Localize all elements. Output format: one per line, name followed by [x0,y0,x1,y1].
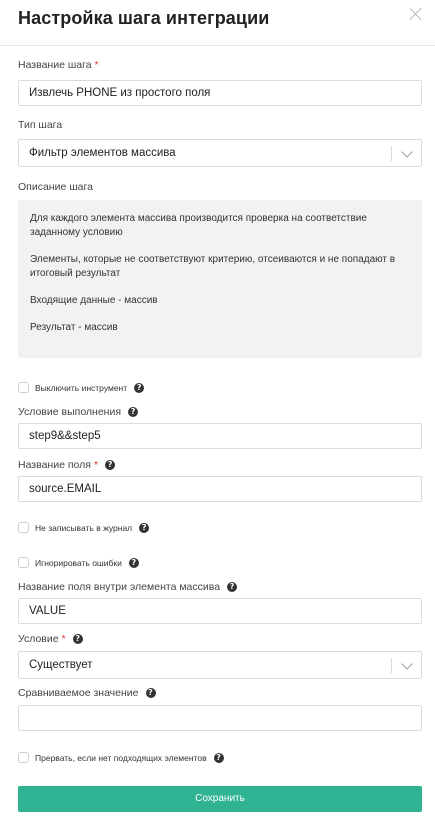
condition-value: Существует [29,659,93,671]
disable-tool-row: Выключить инструмент ? [18,382,145,393]
close-icon[interactable] [409,7,423,21]
field-name-label-text: Название поля [18,459,91,471]
help-icon[interactable]: ? [227,582,238,593]
description-paragraph: Элементы, которые не соответствуют крите… [30,254,396,279]
help-icon[interactable]: ? [72,634,83,645]
compare-value-label-text: Сравниваемое значение [18,687,139,699]
step-name-label: Название шага * [18,59,99,71]
compare-value-input[interactable] [18,705,422,731]
condition-label: Условие *? [18,633,83,645]
condition-select[interactable]: Существует [18,651,422,679]
compare-value-label: Сравниваемое значение? [18,687,156,699]
description-label: Описание шага [18,181,93,193]
abort-label: Прервать, если нет подходящих элементов [35,752,207,763]
inner-field-label: Название поля внутри элемента массива? [18,581,238,593]
dialog-header: Настройка шага интеграции [0,0,435,46]
chevron-down-icon[interactable] [401,146,413,158]
help-icon[interactable]: ? [134,382,145,393]
required-asterisk: * [61,633,66,645]
execution-condition-label-text: Условие выполнения [18,406,122,418]
step-name-input[interactable]: Извлечь PHONE из простого поля [18,80,422,106]
help-icon[interactable]: ? [128,407,139,418]
save-button[interactable]: Сохранить [18,786,422,812]
disable-tool-checkbox[interactable] [18,382,29,393]
abort-checkbox[interactable] [18,752,29,763]
ignore-errors-checkbox[interactable] [18,557,29,568]
help-icon[interactable]: ? [213,752,224,763]
ignore-errors-row: Игнорировать ошибки ? [18,557,139,568]
help-icon[interactable]: ? [145,688,156,699]
description-paragraph: Для каждого элемента массива производитс… [30,213,367,238]
execution-condition-label: Условие выполнения? [18,406,139,418]
disable-tool-label: Выключить инструмент [35,382,128,393]
description-paragraph: Результат - массив [30,322,118,333]
step-type-label: Тип шага [18,119,63,131]
help-icon[interactable]: ? [139,522,150,533]
no-log-label: Не записывать в журнал [35,522,133,533]
field-name-input[interactable]: source.EMAIL [18,476,422,502]
no-log-row: Не записывать в журнал ? [18,522,150,533]
required-asterisk: * [93,459,99,471]
field-name-label: Название поля *? [18,459,116,471]
select-divider [391,658,392,673]
step-type-value: Фильтр элементов массива [29,147,176,159]
condition-label-text: Условие [18,633,59,645]
select-divider [391,146,392,161]
step-type-select[interactable]: Фильтр элементов массива [18,139,422,167]
abort-row: Прервать, если нет подходящих элементов … [18,752,224,763]
inner-field-input[interactable]: VALUE [18,598,422,624]
help-icon[interactable]: ? [128,557,139,568]
description-paragraph: Входящие данные - массив [30,295,158,306]
chevron-down-icon[interactable] [401,658,413,670]
inner-field-label-text: Название поля внутри элемента массива [18,581,221,593]
no-log-checkbox[interactable] [18,522,29,533]
execution-condition-input[interactable]: step9&&step5 [18,423,422,449]
required-asterisk: * [94,59,99,71]
help-icon[interactable]: ? [105,460,116,471]
step-name-label-text: Название шага [18,59,92,71]
dialog-title: Настройка шага интеграции [18,8,270,28]
ignore-errors-label: Игнорировать ошибки [35,557,122,568]
step-description: Для каждого элемента массива производитс… [18,200,422,358]
